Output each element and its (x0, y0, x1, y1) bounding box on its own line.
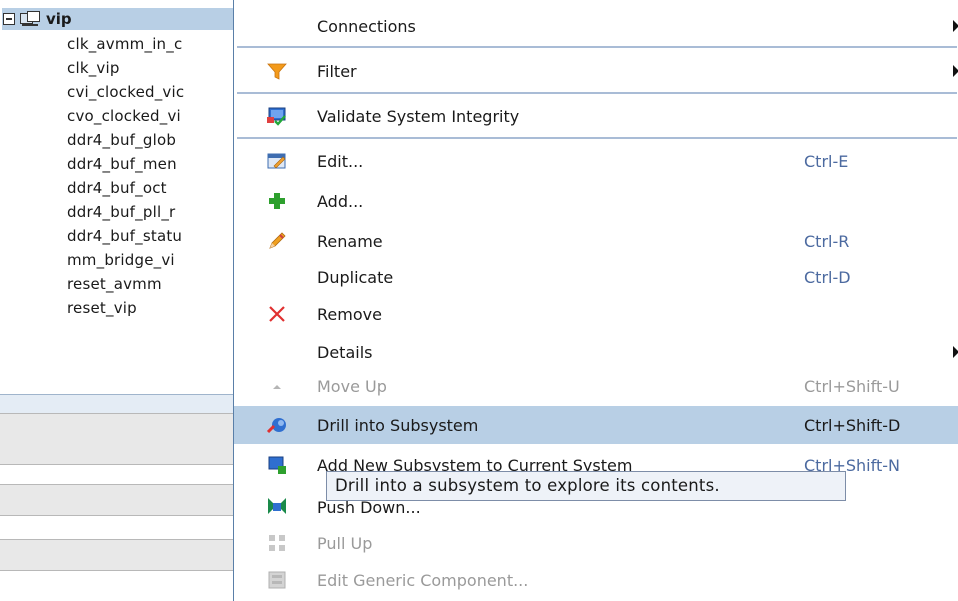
tree-item[interactable]: reset_avmm (67, 273, 233, 295)
menu-item-shortcut: Ctrl+Shift-U (804, 376, 900, 396)
table-row[interactable] (0, 484, 233, 516)
menu-item-label: Connections (317, 16, 416, 36)
tree-root-label: vip (46, 10, 72, 28)
tree-item[interactable]: cvo_clocked_vi (67, 105, 233, 127)
menu-separator (237, 137, 957, 139)
tooltip: Drill into a subsystem to explore its co… (326, 471, 846, 501)
menu-item-pull-up[interactable]: Pull Up (234, 524, 958, 562)
drill-into-icon (266, 418, 286, 434)
table-row-selected[interactable] (0, 394, 233, 414)
menu-item-rename[interactable]: Rename Ctrl-R (234, 222, 958, 260)
menu-item-add[interactable]: Add... (234, 182, 958, 220)
menu-item-validate[interactable]: Validate System Integrity (234, 97, 958, 135)
pencil-icon (269, 232, 286, 249)
menu-item-label: Details (317, 342, 373, 362)
menu-item-label: Remove (317, 304, 382, 324)
filter-funnel-icon (267, 63, 287, 80)
menu-item-filter[interactable]: Filter (234, 52, 958, 90)
push-down-icon (268, 498, 286, 514)
tree-item[interactable]: reset_vip (67, 297, 233, 319)
tree-item[interactable]: clk_avmm_in_c (67, 33, 233, 55)
submenu-arrow-icon (953, 20, 958, 32)
menu-item-label: Edit... (317, 151, 364, 171)
menu-item-shortcut: Ctrl-R (804, 231, 850, 251)
menu-separator (237, 46, 957, 48)
menu-item-drill-into-subsystem[interactable]: Drill into Subsystem Ctrl+Shift-D (234, 406, 958, 444)
menu-item-label: Move Up (317, 376, 387, 396)
menu-item-move-up[interactable]: Move Up Ctrl+Shift-U (234, 367, 958, 405)
generic-component-icon (268, 571, 286, 589)
menu-item-details[interactable]: Details (234, 333, 958, 371)
remove-x-icon (269, 306, 285, 322)
submenu-arrow-icon (953, 346, 958, 358)
menu-item-label: Add... (317, 191, 364, 211)
menu-item-label: Drill into Subsystem (317, 415, 479, 435)
menu-item-shortcut: Ctrl-E (804, 151, 849, 171)
system-icon (20, 11, 40, 27)
menu-item-label: Edit Generic Component... (317, 570, 529, 590)
add-subsystem-icon (268, 456, 286, 474)
tree-item[interactable]: mm_bridge_vi (67, 249, 233, 271)
system-tree: vip clk_avmm_in_c clk_vip cvi_clocked_vi… (0, 0, 233, 601)
menu-item-edit-generic-component[interactable]: Edit Generic Component... (234, 561, 958, 599)
menu-item-remove[interactable]: Remove (234, 295, 958, 333)
validate-system-icon (267, 107, 286, 126)
tree-item[interactable]: ddr4_buf_oct (67, 177, 233, 199)
menu-item-label: Filter (317, 61, 357, 81)
tree-item[interactable]: ddr4_buf_pll_r (67, 201, 233, 223)
menu-separator (237, 92, 957, 94)
menu-item-shortcut: Ctrl-D (804, 267, 851, 287)
context-menu: Connections Filter Validate System Integ… (233, 0, 958, 601)
submenu-arrow-icon (953, 65, 958, 77)
menu-item-edit[interactable]: Edit... Ctrl-E (234, 142, 958, 180)
tree-item[interactable]: ddr4_buf_glob (67, 129, 233, 151)
menu-item-shortcut: Ctrl+Shift-D (804, 415, 901, 435)
tree-item[interactable]: ddr4_buf_men (67, 153, 233, 175)
menu-item-duplicate[interactable]: Duplicate Ctrl-D (234, 258, 958, 296)
table-row[interactable] (0, 539, 233, 571)
tree-root-vip[interactable]: vip (2, 8, 233, 30)
menu-item-label: Rename (317, 231, 383, 251)
collapse-icon[interactable] (3, 13, 15, 25)
pull-up-icon (269, 535, 285, 551)
menu-item-label: Pull Up (317, 533, 373, 553)
edit-icon (267, 153, 286, 169)
tree-item[interactable]: ddr4_buf_statu (67, 225, 233, 247)
tree-item[interactable]: clk_vip (67, 57, 233, 79)
triangle-up-icon (273, 385, 281, 389)
table-row[interactable] (0, 413, 233, 465)
menu-item-label: Duplicate (317, 267, 394, 287)
menu-item-label: Validate System Integrity (317, 106, 520, 126)
menu-item-connections[interactable]: Connections (234, 7, 958, 45)
plus-icon (269, 193, 285, 209)
tree-item[interactable]: cvi_clocked_vic (67, 81, 233, 103)
